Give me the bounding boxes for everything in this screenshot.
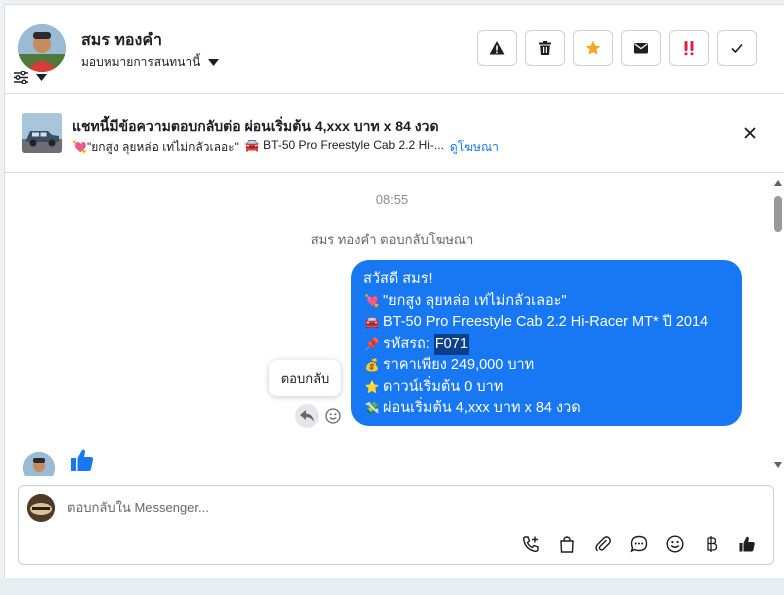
- message-line: ⭐ ดาวน์เริ่มต้น 0 บาท: [363, 377, 730, 399]
- react-button[interactable]: [321, 404, 345, 428]
- ad-subtitle-quote: 💘"ยกสูง ลุยหล่อ เท่ไม่กลัวเลอะ": [72, 140, 239, 154]
- attach-button[interactable]: [585, 532, 621, 556]
- ad-subtitle: 💘"ยกสูง ลุยหล่อ เท่ไม่กลัวเลอะ" 🚘 BT-50 …: [72, 138, 499, 157]
- close-icon[interactable]: [741, 124, 759, 142]
- money-wings-emoji: 💸: [364, 401, 380, 415]
- double-exclamation-icon: [684, 41, 694, 56]
- contact-avatar-small: [23, 452, 55, 476]
- thread-scrollbar[interactable]: [771, 174, 784, 476]
- composer-toolbar: [513, 532, 765, 556]
- message-line: 💘 "ยกสูง ลุยหล่อ เท่ไม่กลัวเลอะ": [363, 291, 730, 313]
- payment-button[interactable]: [693, 532, 729, 556]
- system-note: สมร ทองคำ ตอบกลับโฆษณา: [310, 232, 474, 247]
- call-button[interactable]: [513, 532, 549, 556]
- page-bottom-strip: [0, 578, 784, 595]
- money-bag-emoji: 💰: [364, 358, 380, 372]
- sliders-icon: [14, 71, 28, 84]
- message-line: 💰 ราคาเพียง 249,000 บาท: [363, 355, 730, 377]
- star-emoji: ⭐: [364, 379, 380, 394]
- star-icon: [585, 40, 601, 55]
- inbox-conversation-panel: สมร ทองคำ มอบหมายการสนทนานี้ แชทนี้มีข้อ…: [4, 4, 784, 578]
- contact-avatar[interactable]: [18, 24, 66, 72]
- caret-down-icon: [36, 74, 47, 81]
- shop-button[interactable]: [549, 532, 585, 556]
- envelope-icon: [634, 43, 648, 54]
- like-thumbs-up-icon: [71, 449, 94, 471]
- ad-thumbnail[interactable]: [22, 113, 62, 153]
- ad-title: แชทนี้มีข้อความตอบกลับต่อ ผ่อนเริ่มต้น 4…: [72, 118, 439, 134]
- scroll-up-arrow[interactable]: [774, 180, 782, 186]
- conversation-actions: [477, 30, 757, 66]
- chat-bubble-icon: [630, 535, 648, 553]
- contact-name: สมร ทองคำ: [81, 32, 163, 49]
- view-ad-link[interactable]: ดูโฆษณา: [450, 138, 499, 157]
- message-timestamp: 08:55: [375, 192, 409, 207]
- page-avatar: [27, 494, 55, 522]
- saved-replies-button[interactable]: [621, 532, 657, 556]
- outgoing-message-bubble[interactable]: สวัสดี สมร! 💘 "ยกสูง ลุยหล่อ เท่ไม่กลัวเ…: [351, 260, 742, 426]
- check-icon: [731, 43, 743, 54]
- assign-conversation-dropdown[interactable]: มอบหมายการสนทนานี้: [81, 53, 220, 72]
- scroll-down-arrow[interactable]: [774, 462, 782, 468]
- send-like-button[interactable]: [729, 532, 765, 556]
- ad-reply-banner: แชทนี้มีข้อความตอบกลับต่อ ผ่อนเริ่มต้น 4…: [5, 93, 784, 173]
- reply-arrow-icon: [300, 410, 314, 422]
- assign-label: มอบหมายการสนทนานี้: [81, 55, 201, 69]
- reply-button[interactable]: [295, 404, 319, 428]
- message-line: 📌 รหัสรถ: F071: [363, 333, 730, 355]
- car-emoji: 🚘: [364, 315, 380, 329]
- mark-unread-button[interactable]: [621, 30, 661, 66]
- thumbs-up-icon: [739, 536, 755, 552]
- baht-icon: [707, 536, 718, 552]
- pushpin-emoji: 📌: [364, 336, 380, 351]
- reply-input[interactable]: [67, 500, 667, 515]
- selected-text: F071: [433, 333, 469, 355]
- message-greeting: สวัสดี สมร!: [363, 271, 433, 287]
- conversation-header: สมร ทองคำ มอบหมายการสนทนานี้: [5, 5, 784, 93]
- report-button[interactable]: [477, 30, 517, 66]
- phone-plus-icon: [522, 536, 539, 553]
- message-composer: [18, 485, 774, 565]
- message-line: 💸 ผ่อนเริ่มต้น 4,xxx บาท x 84 งวด: [363, 398, 730, 420]
- caret-down-icon: [208, 59, 220, 66]
- heart-arrow-emoji: 💘: [364, 293, 380, 308]
- scroll-thumb[interactable]: [774, 196, 782, 232]
- reply-tooltip: ตอบกลับ: [269, 360, 341, 396]
- mark-done-button[interactable]: [717, 30, 757, 66]
- ad-subtitle-car: 🚘 BT-50 Pro Freestyle Cab 2.2 Hi-...: [244, 138, 444, 152]
- follow-up-button[interactable]: [669, 30, 709, 66]
- delete-button[interactable]: [525, 30, 565, 66]
- smiley-icon: [666, 535, 684, 553]
- shopping-bag-icon: [560, 536, 574, 553]
- star-button[interactable]: [573, 30, 613, 66]
- filter-dropdown[interactable]: [14, 71, 47, 84]
- warning-icon: [489, 41, 505, 55]
- paperclip-icon: [595, 536, 611, 552]
- emoji-button[interactable]: [657, 532, 693, 556]
- message-thread: 08:55 สมร ทองคำ ตอบกลับโฆษณา สวัสดี สมร!…: [5, 174, 771, 476]
- message-line: 🚘 BT-50 Pro Freestyle Cab 2.2 Hi-Racer M…: [363, 312, 730, 334]
- trash-icon: [539, 41, 551, 55]
- smiley-icon: [325, 408, 341, 424]
